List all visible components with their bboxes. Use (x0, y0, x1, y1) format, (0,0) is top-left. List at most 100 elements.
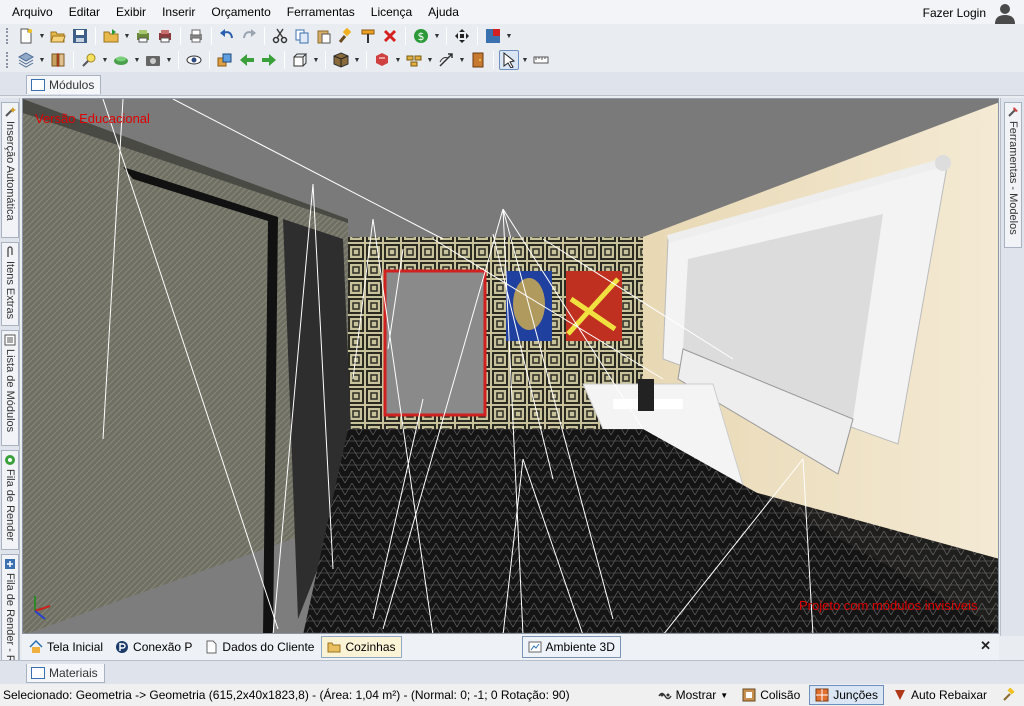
color-palette-icon[interactable] (483, 26, 503, 46)
render-icon (5, 455, 15, 465)
tab-lista-de-modulos-label: Lista de Módulos (4, 349, 16, 433)
cube-stack-icon[interactable] (215, 50, 235, 70)
tab-itens-extras[interactable]: Itens Extras (1, 242, 19, 326)
select-dropdown-icon[interactable]: ▼ (521, 50, 529, 70)
tab-tela-inicial[interactable]: Tela Inicial (24, 636, 108, 658)
menu-arquivo[interactable]: Arquivo (0, 1, 61, 23)
draw-dropdown-icon[interactable]: ▼ (458, 50, 466, 70)
texture-icon[interactable] (111, 50, 131, 70)
menu-orcamento[interactable]: Orçamento (203, 1, 278, 23)
mostrar-button[interactable]: Mostrar ▼ (653, 685, 734, 705)
tab-fila-de-render[interactable]: Fila de Render (1, 450, 19, 550)
layers-dropdown-icon[interactable]: ▼ (38, 50, 46, 70)
user-icon[interactable] (994, 2, 1016, 24)
toolbar-separator (405, 27, 406, 45)
scene-render[interactable]: Versão Educacional Projeto com módulos i… (23, 99, 999, 634)
draw-icon[interactable] (436, 50, 456, 70)
colisao-button[interactable]: Colisão (737, 685, 805, 705)
tab-conexao-p[interactable]: Conexão P (110, 636, 197, 658)
tab-dados-do-cliente[interactable]: Dados do Cliente (199, 636, 319, 658)
ambient-icon (528, 641, 541, 653)
menu-inserir[interactable]: Inserir (154, 1, 203, 23)
camera-dropdown-icon[interactable]: ▼ (165, 50, 173, 70)
menu-ferramentas[interactable]: Ferramentas (279, 1, 363, 23)
watermark-bottom: Projeto com módulos invisíveis (799, 598, 978, 613)
toolbar-separator (73, 51, 74, 69)
box-dropdown-icon[interactable]: ▼ (353, 50, 361, 70)
login-label[interactable]: Fazer Login (923, 6, 986, 20)
paste-icon[interactable] (314, 26, 334, 46)
main-toolbar: ▼ ▼ $ ▼ ▼ (0, 24, 1024, 48)
modulos-tab[interactable]: Módulos (26, 75, 102, 94)
undo-icon[interactable] (217, 26, 237, 46)
toolbar-separator (264, 27, 265, 45)
toolbar-grip[interactable] (6, 28, 10, 44)
texture-dropdown-icon[interactable]: ▼ (133, 50, 141, 70)
tab-cozinhas-label: Cozinhas (345, 640, 396, 654)
cut-icon[interactable] (270, 26, 290, 46)
tab-lista-de-modulos[interactable]: Lista de Módulos (1, 330, 19, 446)
tab-tela-inicial-label: Tela Inicial (47, 640, 104, 654)
folder-dropdown-icon[interactable]: ▼ (123, 26, 131, 46)
menu-licenca[interactable]: Licença (363, 1, 420, 23)
tab-insercao-automatica[interactable]: Inserção Automática (1, 102, 19, 238)
copy-icon[interactable] (292, 26, 312, 46)
grid-icon[interactable] (404, 50, 424, 70)
explode-dropdown-icon[interactable]: ▼ (394, 50, 402, 70)
eye-icon[interactable] (184, 50, 204, 70)
explode-icon[interactable] (372, 50, 392, 70)
toolbar-separator (209, 51, 210, 69)
print-setup-icon[interactable] (155, 26, 175, 46)
paint-roller-icon[interactable] (358, 26, 378, 46)
selection-status: Selecionado: Geometria -> Geometria (615… (3, 688, 570, 702)
tab-ambiente-3d[interactable]: Ambiente 3D (521, 636, 621, 658)
materiais-tab-label: Materiais (49, 666, 98, 680)
light-dropdown-icon[interactable]: ▼ (101, 50, 109, 70)
auto-rebaixar-button[interactable]: Auto Rebaixar (888, 685, 992, 705)
view-dropdown-icon[interactable]: ▼ (312, 50, 320, 70)
open-icon[interactable] (48, 26, 68, 46)
arrow-left-icon[interactable] (237, 50, 257, 70)
mostrar-dropdown-icon: ▼ (720, 690, 729, 700)
new-dropdown-icon[interactable]: ▼ (38, 26, 46, 46)
layers-icon[interactable] (16, 50, 36, 70)
measure-icon[interactable] (531, 50, 551, 70)
close-tab-icon[interactable]: ✕ (980, 638, 991, 654)
svg-text:$: $ (418, 30, 425, 43)
materiais-tab[interactable]: Materiais (26, 664, 105, 683)
redo-icon[interactable] (239, 26, 259, 46)
move-icon[interactable] (452, 26, 472, 46)
menu-ajuda[interactable]: Ajuda (420, 1, 467, 23)
money-icon[interactable]: $ (411, 26, 431, 46)
arrow-right-icon[interactable] (259, 50, 279, 70)
new-icon[interactable] (16, 26, 36, 46)
camera-icon[interactable] (143, 50, 163, 70)
folder-icon[interactable] (101, 26, 121, 46)
toolbar-separator (95, 27, 96, 45)
palette-dropdown-icon[interactable]: ▼ (505, 26, 513, 46)
money-dropdown-icon[interactable]: ▼ (433, 26, 441, 46)
tab-cozinhas[interactable]: Cozinhas (321, 636, 402, 658)
align-icon[interactable] (48, 50, 68, 70)
view-box-icon[interactable] (290, 50, 310, 70)
select-cursor-icon[interactable] (499, 50, 519, 70)
menu-bar: Arquivo Editar Exibir Inserir Orçamento … (0, 0, 1024, 24)
juncoes-button[interactable]: Junções (809, 685, 884, 705)
hammer-button[interactable] (996, 685, 1020, 705)
toolbar-grip[interactable] (6, 52, 10, 68)
login-area[interactable]: Fazer Login (923, 0, 1016, 26)
delete-icon[interactable] (380, 26, 400, 46)
save-icon[interactable] (70, 26, 90, 46)
tab-ferramentas-modelos[interactable]: Ferramentas - Modelos (1004, 102, 1022, 248)
box-3d-icon[interactable] (331, 50, 351, 70)
tab-insercao-automatica-label: Inserção Automática (4, 121, 16, 221)
paint-brush-icon[interactable] (336, 26, 356, 46)
menu-editar[interactable]: Editar (61, 1, 108, 23)
viewport-3d[interactable]: Versão Educacional Projeto com módulos i… (22, 98, 999, 634)
grid-dropdown-icon[interactable]: ▼ (426, 50, 434, 70)
print-preview-icon[interactable] (133, 26, 153, 46)
door-icon[interactable] (468, 50, 488, 70)
menu-exibir[interactable]: Exibir (108, 1, 154, 23)
print-icon[interactable] (186, 26, 206, 46)
light-icon[interactable] (79, 50, 99, 70)
